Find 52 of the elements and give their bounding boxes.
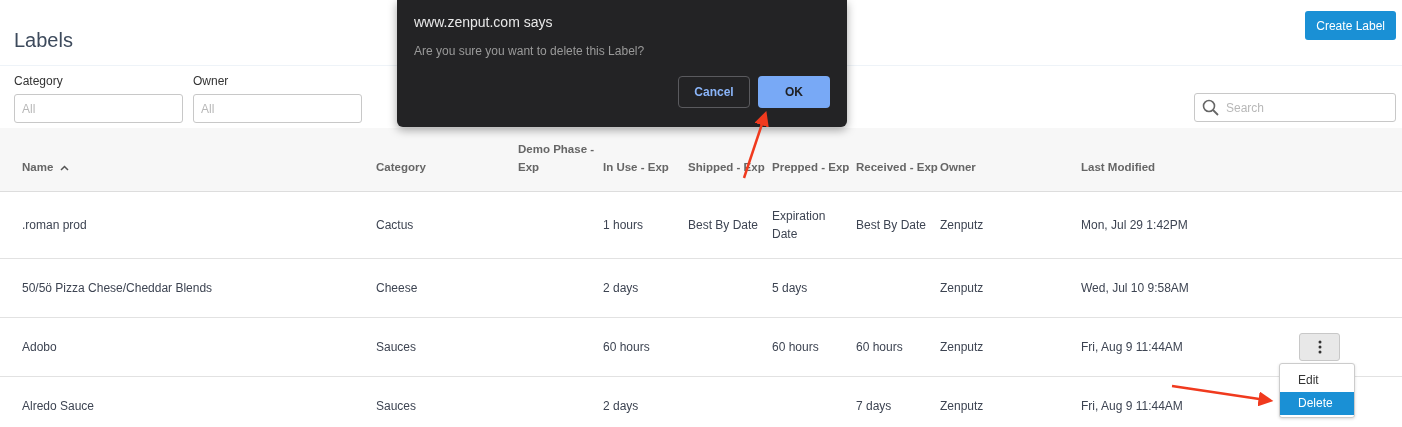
dialog-message: Are you sure you want to delete this Label? [414,44,646,58]
column-header[interactable]: Demo Phase - Exp [518,140,601,176]
column-header[interactable]: Received - Exp [856,158,938,176]
table-cell-text: Adobo [22,339,57,356]
cancel-button[interactable]: Cancel [678,76,750,108]
filter-field[interactable]: All [193,94,362,123]
dialog-title: www.zenput.com says [414,14,554,30]
table-cell-text: 50/5ö Pizza Chese/Cheddar Blends [22,280,213,297]
table-cell-text: Wed, Jul 10 9:58AM [1081,280,1189,297]
search-field[interactable]: Search [1194,93,1396,122]
table-cell-text: Zenputz [940,217,984,234]
create-label-button[interactable]: Create Label [1305,11,1396,40]
table-cell-text: 60 hours [772,339,819,356]
column-header[interactable]: In Use - Exp [603,158,669,176]
table-cell-text: .roman prod [22,217,87,234]
menu-item[interactable]: Edit [1280,369,1354,392]
more-icon [1317,340,1322,354]
table-cell-text: 5 days [772,280,808,297]
column-header[interactable]: Owner [940,158,976,176]
column-header[interactable]: Category [376,158,426,176]
table-cell-text: Best By Date [688,217,759,234]
sort-ascending-icon[interactable] [60,165,70,171]
table-cell-text: 1 hours [603,217,644,234]
table-cell-text: Cactus [376,217,414,234]
table-cell-text: 2 days [603,280,639,297]
table-cell-text: Sauces [376,339,417,356]
table-cell-text: Best By Date [856,217,927,234]
table-cell-text: Expiration Date [772,208,827,243]
filter-label: Owner [193,74,230,88]
table-cell-text: 7 days [856,398,892,415]
menu-item[interactable]: Delete [1280,392,1354,415]
table-cell-text: 2 days [603,398,639,415]
table-cell-text: Zenputz [940,339,984,356]
table-cell-text: 60 hours [603,339,650,356]
table-cell-text: Zenputz [940,280,984,297]
search-icon [1202,99,1219,116]
table-cell-text: Alredo Sauce [22,398,95,415]
table-cell-text: Fri, Aug 9 11:44AM [1081,398,1183,415]
table-cell-text: Sauces [376,398,417,415]
column-header[interactable]: Name [22,158,54,176]
ok-button[interactable]: OK [758,76,830,108]
table-cell-text: 60 hours [856,339,903,356]
filter-field[interactable]: All [14,94,183,123]
table-cell-text: Cheese [376,280,418,297]
page-title: Labels [14,29,73,52]
column-header[interactable]: Prepped - Exp [772,158,850,176]
annotation-arrow [742,110,769,179]
filter-label: Category [14,74,64,88]
column-header[interactable]: Last Modified [1081,158,1156,176]
table-cell-text: Zenputz [940,398,984,415]
table-cell-text: Mon, Jul 29 1:42PM [1081,217,1188,234]
table-cell-text: Fri, Aug 9 11:44AM [1081,339,1183,356]
